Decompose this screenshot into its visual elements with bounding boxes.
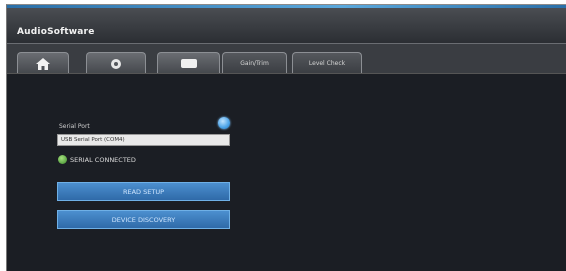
- status-led-icon: [58, 155, 67, 164]
- serial-port-select[interactable]: USB Serial Port (COM4): [57, 134, 230, 146]
- connection-status: SERIAL CONNECTED: [70, 156, 136, 164]
- tab-device[interactable]: [157, 52, 220, 74]
- main-panel: Serial Port USB Serial Port (COM4) SERIA…: [7, 73, 566, 271]
- device-discovery-button[interactable]: DEVICE DISCOVERY: [57, 210, 230, 229]
- read-setup-button[interactable]: READ SETUP: [57, 182, 230, 201]
- tab-strip: Gain/Trim Level Check: [7, 43, 566, 74]
- info-icon[interactable]: [218, 117, 230, 129]
- device-icon: [180, 58, 197, 68]
- tab-level-check[interactable]: Level Check: [292, 52, 362, 74]
- app-title: AudioSoftware: [17, 27, 95, 37]
- home-icon: [36, 57, 50, 70]
- tab-settings[interactable]: [86, 52, 146, 74]
- tab-gain-trim[interactable]: Gain/Trim: [222, 52, 287, 74]
- app-window: AudioSoftware Gain/Trim Level Check Seri…: [6, 4, 566, 271]
- title-bar: AudioSoftware: [7, 8, 566, 43]
- settings-icon: [111, 58, 121, 69]
- tab-home[interactable]: [17, 52, 69, 74]
- serial-port-label: Serial Port: [59, 123, 90, 130]
